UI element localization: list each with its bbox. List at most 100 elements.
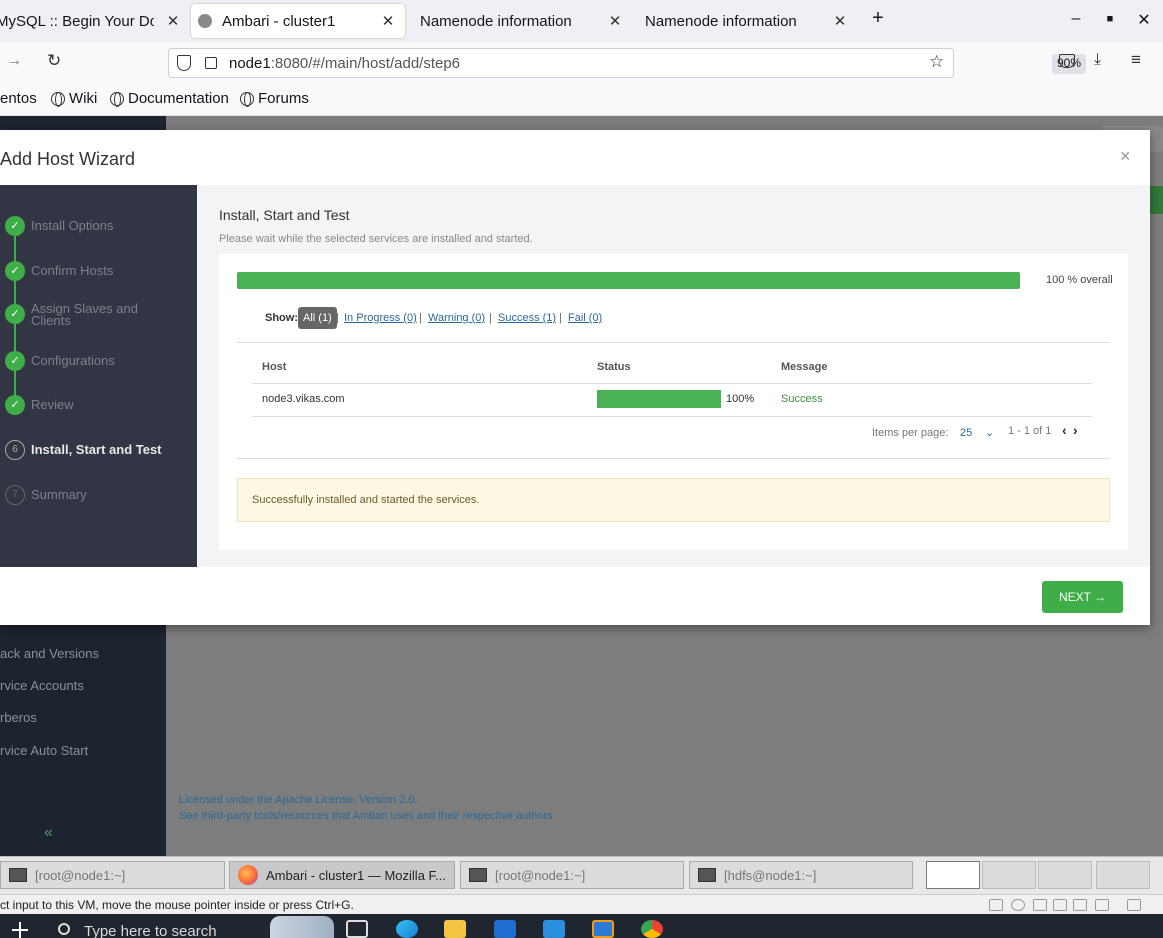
divider: | [559, 312, 562, 324]
overall-progress-bar [237, 272, 1020, 289]
url-text[interactable]: node1:8080/#/main/host/add/step6 [229, 55, 460, 72]
windows-taskbar: Type here to search [0, 914, 1163, 938]
third-party-link[interactable]: See third-party tools/resources that Amb… [179, 810, 553, 822]
workspace-1[interactable] [926, 861, 980, 889]
step-configurations[interactable]: ✓ Configurations [0, 351, 197, 381]
close-icon[interactable]: ✕ [606, 12, 624, 30]
step-number: 6 [5, 440, 25, 460]
bookmark-label: Documentation [128, 90, 229, 107]
task-label: Ambari - cluster1 — Mozilla F... [266, 867, 446, 883]
close-icon[interactable]: ✕ [831, 12, 849, 30]
bookmark-centos[interactable]: entos [0, 90, 37, 107]
insecure-lock-icon[interactable] [205, 57, 217, 69]
filter-success[interactable]: Success (1) [498, 312, 556, 324]
close-icon[interactable]: × [1120, 146, 1131, 167]
divider: | [419, 312, 422, 324]
cd-icon[interactable] [1011, 899, 1025, 911]
browser-nav-bar: → ↻ node1:8080/#/main/host/add/step6 90%… [0, 42, 1163, 84]
sound-icon[interactable] [1073, 899, 1087, 911]
step-review[interactable]: ✓ Review [0, 395, 197, 425]
step-assign-slaves[interactable]: ✓ Assign Slaves and Clients [0, 302, 197, 334]
bookmark-wiki[interactable]: Wiki [51, 90, 97, 107]
divider [237, 342, 1110, 343]
task-firefox[interactable]: Ambari - cluster1 — Mozilla F... [229, 861, 455, 889]
bookmark-documentation[interactable]: Documentation [110, 90, 229, 107]
host-message-link[interactable]: Success [781, 393, 823, 405]
minimize-icon[interactable]: – [1066, 10, 1086, 28]
windows-start-icon[interactable] [12, 922, 28, 938]
sidebar-item-stack-versions[interactable]: ack and Versions [0, 646, 99, 661]
license-link[interactable]: Licensed under the Apache License, Versi… [179, 794, 418, 806]
workspace-4[interactable] [1096, 861, 1150, 889]
sidebar-item-kerberos[interactable]: rberos [0, 710, 37, 725]
reload-icon[interactable]: ↻ [47, 51, 61, 71]
url-path: :8080/#/main/host/add/step6 [270, 55, 461, 72]
step-install-start-test[interactable]: 6 Install, Start and Test [0, 440, 197, 470]
terminal-icon [469, 868, 487, 882]
search-highlight-image [270, 916, 334, 938]
sidebar-item-service-accounts[interactable]: rvice Accounts [0, 678, 84, 693]
step-confirm-hosts[interactable]: ✓ Confirm Hosts [0, 261, 197, 291]
download-icon[interactable]: ⤓ [1094, 51, 1101, 69]
previous-page-icon[interactable]: ‹ [1062, 422, 1067, 438]
tab-namenode-2[interactable]: Namenode information ✕ [635, 0, 857, 42]
ambari-favicon-icon [198, 14, 212, 28]
bookmark-forums[interactable]: Forums [240, 90, 309, 107]
pocket-icon[interactable] [1059, 54, 1075, 68]
forward-arrow-icon[interactable]: → [6, 52, 22, 70]
collapse-sidebar-icon[interactable]: « [44, 824, 53, 842]
filter-fail[interactable]: Fail (0) [568, 312, 602, 324]
edge-icon[interactable] [396, 920, 418, 938]
sidebar-item-service-auto-start[interactable]: rvice Auto Start [0, 743, 88, 758]
overall-progress-fill [237, 272, 1020, 289]
new-tab-plus-icon[interactable]: + [868, 7, 888, 30]
workspace-3[interactable] [1038, 861, 1092, 889]
next-button[interactable]: NEXT → [1042, 581, 1123, 613]
task-terminal-root-2[interactable]: [root@node1:~] [460, 861, 684, 889]
chevron-down-icon[interactable]: ⌄ [985, 426, 994, 439]
vmware-icon[interactable] [592, 920, 614, 938]
disk-icon[interactable] [989, 899, 1003, 911]
chrome-icon[interactable] [641, 920, 663, 938]
bookmark-star-icon[interactable]: ☆ [929, 52, 944, 72]
next-page-icon[interactable]: › [1073, 422, 1078, 438]
maximize-icon[interactable]: ■ [1100, 13, 1120, 25]
task-terminal-root-1[interactable]: [root@node1:~] [0, 861, 225, 889]
printer-icon[interactable] [1053, 899, 1067, 911]
tab-mysql[interactable]: MySQL :: Begin Your Download ✕ [0, 0, 190, 42]
task-terminal-hdfs[interactable]: [hdfs@node1:~] [689, 861, 913, 889]
menu-icon[interactable]: ≡ [1131, 50, 1141, 70]
filter-warning[interactable]: Warning (0) [428, 312, 485, 324]
items-per-page-label: Items per page: [872, 427, 949, 439]
check-icon: ✓ [5, 261, 25, 281]
tab-ambari[interactable]: Ambari - cluster1 ✕ [191, 4, 405, 38]
workspace-2[interactable] [982, 861, 1036, 889]
step-label: Install Options [31, 218, 114, 233]
items-per-page-select[interactable]: 25 [960, 427, 972, 439]
task-view-icon[interactable] [346, 920, 368, 938]
network-icon[interactable] [1033, 899, 1047, 911]
search-icon[interactable] [58, 923, 70, 935]
close-icon[interactable]: ✕ [164, 12, 182, 30]
close-icon[interactable]: ✕ [379, 12, 397, 30]
windows-search-box[interactable]: Type here to search [84, 923, 217, 938]
mail-icon[interactable] [543, 920, 565, 938]
filter-all[interactable]: All (1) [298, 307, 337, 329]
terminal-icon [9, 868, 27, 882]
tab-namenode-1[interactable]: Namenode information ✕ [410, 0, 632, 42]
wizard-steps-nav: ✓ Install Options ✓ Confirm Hosts ✓ Assi… [0, 185, 197, 567]
check-icon: ✓ [5, 304, 25, 324]
step-install-options[interactable]: ✓ Install Options [0, 216, 197, 246]
shield-icon[interactable] [177, 55, 191, 71]
usb-icon[interactable] [1095, 899, 1109, 911]
tab-label: Ambari - cluster1 [222, 12, 336, 30]
step-summary[interactable]: 7 Summary [0, 485, 197, 515]
filter-in-progress[interactable]: In Progress (0) [344, 312, 417, 324]
fullscreen-icon[interactable] [1127, 899, 1141, 911]
host-name: node3.vikas.com [262, 393, 345, 405]
store-icon[interactable] [494, 920, 516, 938]
column-header-message: Message [781, 361, 828, 373]
url-bar[interactable]: node1:8080/#/main/host/add/step6 90% ☆ [168, 48, 1087, 78]
window-close-icon[interactable]: ✕ [1134, 10, 1154, 30]
file-explorer-icon[interactable] [444, 920, 466, 938]
